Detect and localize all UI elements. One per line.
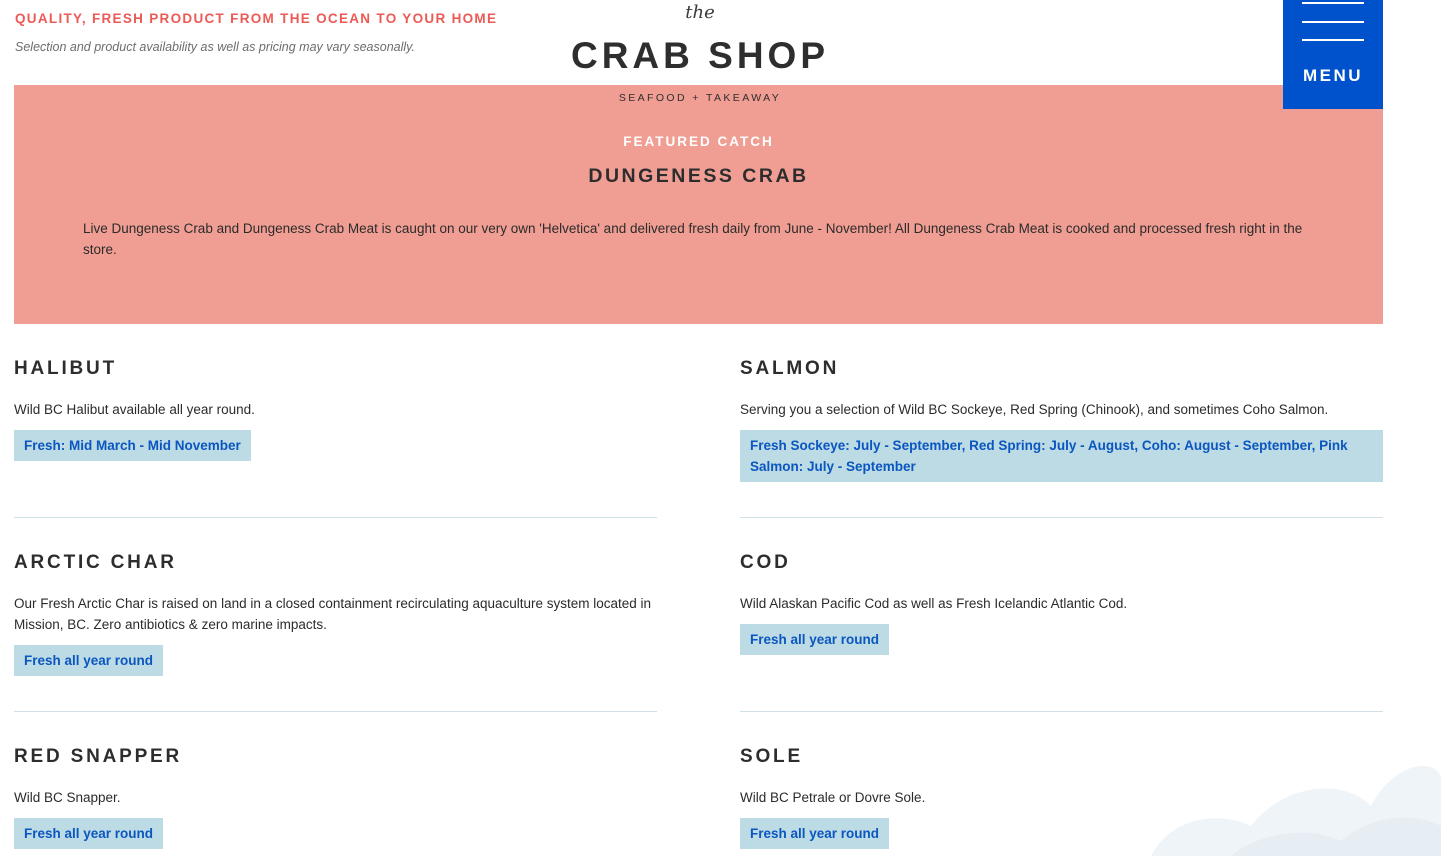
item-description: Serving you a selection of Wild BC Socke…: [740, 402, 1329, 417]
season-badge: Fresh all year round: [740, 624, 890, 655]
seafood-item-halibut: HALIBUT Wild BC Halibut available all ye…: [14, 357, 657, 461]
item-description: Wild Alaskan Pacific Cod as well as Fres…: [740, 596, 1128, 611]
item-title: ARCTIC CHAR: [14, 552, 177, 573]
item-title: HALIBUT: [14, 358, 117, 379]
season-badge: Fresh all year round: [14, 645, 164, 676]
seafood-item-arctic-char: ARCTIC CHAR Our Fresh Arctic Char is rai…: [14, 551, 657, 676]
seafood-item-red-snapper: RED SNAPPER Wild BC Snapper. Fresh all y…: [14, 745, 657, 849]
seafood-item-sole: SOLE Wild BC Petrale or Dovre Sole. Fres…: [740, 745, 1383, 849]
item-description: Wild BC Petrale or Dovre Sole.: [740, 790, 926, 805]
item-title: SALMON: [740, 358, 840, 379]
menu-button-label: MENU: [1302, 66, 1364, 85]
item-description: Our Fresh Arctic Char is raised on land …: [14, 596, 652, 632]
seafood-item-cod: COD Wild Alaskan Pacific Cod as well as …: [740, 551, 1383, 655]
menu-button[interactable]: MENU: [1283, 0, 1383, 109]
season-badge: Fresh: Mid March - Mid November: [14, 430, 251, 461]
season-badge: Fresh all year round: [740, 818, 890, 849]
item-title: RED SNAPPER: [14, 746, 183, 767]
item-title: COD: [740, 552, 791, 573]
logo-subtitle: SEAFOOD + TAKEAWAY: [618, 92, 782, 104]
item-title: SOLE: [740, 746, 803, 767]
logo-the: the: [685, 2, 715, 23]
divider: [740, 711, 1383, 712]
header-tagline: QUALITY, FRESH PRODUCT FROM THE OCEAN TO…: [15, 11, 498, 26]
season-badge: Fresh all year round: [14, 818, 164, 849]
season-badge: Fresh Sockeye: July - September, Red Spr…: [740, 430, 1383, 482]
item-description: Wild BC Halibut available all year round…: [14, 402, 255, 417]
featured-kicker: FEATURED CATCH: [623, 134, 774, 149]
divider: [14, 517, 657, 518]
featured-title: DUNGENESS CRAB: [588, 165, 809, 187]
divider: [14, 711, 657, 712]
featured-description: Live Dungeness Crab and Dungeness Crab M…: [83, 221, 1303, 257]
logo-wordmark: CRAB SHOP: [570, 35, 830, 76]
featured-catch-banner: FEATURED CATCH DUNGENESS CRAB Live Dunge…: [14, 85, 1383, 324]
header-seasonal-note: Selection and product availability as we…: [15, 40, 415, 54]
item-description: Wild BC Snapper.: [14, 790, 121, 805]
divider: [740, 517, 1383, 518]
seafood-item-salmon: SALMON Serving you a selection of Wild B…: [740, 357, 1383, 482]
site-logo[interactable]: the CRAB SHOP SEAFOOD + TAKEAWAY: [560, 0, 840, 110]
